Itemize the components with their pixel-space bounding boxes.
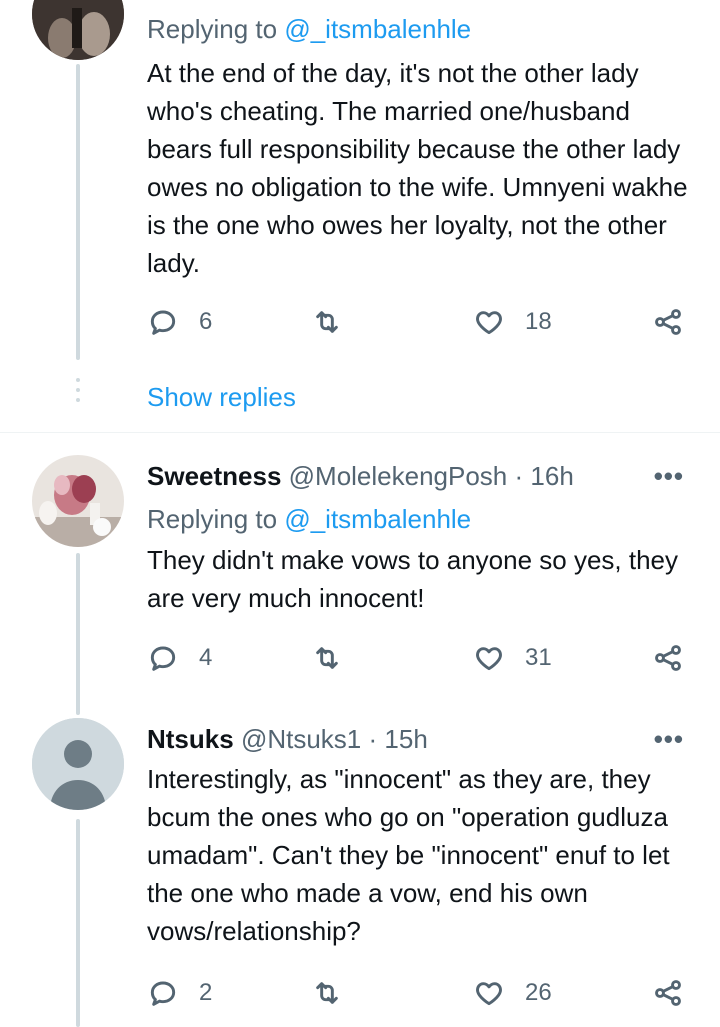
avatar[interactable] bbox=[32, 0, 124, 60]
reply-button[interactable]: 2 bbox=[147, 973, 212, 1013]
tweet-header: Sweetness @MolelekengPosh · 16h bbox=[147, 461, 574, 492]
separator-dot: · bbox=[514, 461, 524, 491]
thread-line bbox=[76, 819, 80, 1027]
reply-icon bbox=[150, 310, 176, 335]
heart-icon bbox=[476, 311, 502, 335]
timestamp[interactable]: 16h bbox=[530, 461, 573, 491]
replying-to: Replying to @_itsmbalenhle bbox=[147, 14, 472, 44]
user-handle[interactable]: @Ntsuks1 bbox=[241, 724, 361, 754]
share-button[interactable] bbox=[652, 302, 684, 342]
avatar-photo bbox=[32, 0, 124, 60]
share-icon bbox=[655, 309, 681, 335]
separator-dot: · bbox=[368, 724, 378, 754]
like-count: 18 bbox=[525, 308, 552, 335]
timestamp[interactable]: 15h bbox=[384, 724, 427, 754]
reply-icon bbox=[150, 981, 176, 1006]
more-options-icon[interactable]: ••• bbox=[654, 461, 684, 492]
avatar-photo bbox=[32, 455, 124, 547]
tweet-header: Ntsuks @Ntsuks1 · 15h bbox=[147, 724, 428, 755]
show-replies-link[interactable]: Show replies bbox=[147, 382, 296, 413]
retweet-icon bbox=[316, 647, 338, 669]
more-options-icon[interactable]: ••• bbox=[654, 724, 684, 755]
retweet-button[interactable] bbox=[311, 973, 343, 1013]
thread-line bbox=[76, 64, 80, 360]
heart-icon bbox=[476, 647, 502, 671]
share-button[interactable] bbox=[652, 973, 684, 1013]
share-icon bbox=[655, 980, 681, 1006]
like-count: 26 bbox=[525, 979, 552, 1006]
heart-icon bbox=[476, 982, 502, 1006]
avatar[interactable] bbox=[32, 455, 124, 547]
tweet-text: They didn't make vows to anyone so yes, … bbox=[147, 545, 679, 613]
thread-line bbox=[76, 553, 80, 715]
display-name[interactable]: Sweetness bbox=[147, 461, 281, 491]
tweet-actions: 4 31 bbox=[147, 638, 692, 678]
mention-link[interactable]: @_itsmbalenhle bbox=[284, 14, 471, 44]
reply-button[interactable]: 6 bbox=[147, 302, 212, 342]
retweet-button[interactable] bbox=[311, 638, 343, 678]
tweet-text: Interestingly, as "innocent" as they are… bbox=[147, 764, 670, 946]
share-button[interactable] bbox=[652, 638, 684, 678]
like-count: 31 bbox=[525, 644, 552, 671]
reply-button[interactable]: 4 bbox=[147, 638, 212, 678]
tweet-actions: 2 26 bbox=[147, 973, 692, 1013]
tweet-3[interactable]: Ntsuks @Ntsuks1 · 15h ••• Interestingly,… bbox=[0, 715, 720, 1027]
thread-dots bbox=[76, 378, 80, 408]
tweet-2[interactable]: Sweetness @MolelekengPosh · 16h ••• Repl… bbox=[0, 433, 720, 715]
display-name[interactable]: Ntsuks bbox=[147, 724, 234, 754]
replying-to: Replying to @_itsmbalenhle bbox=[147, 504, 472, 534]
retweet-icon bbox=[316, 982, 338, 1004]
share-icon bbox=[655, 645, 681, 671]
retweet-icon bbox=[316, 311, 338, 333]
avatar[interactable] bbox=[32, 718, 124, 810]
like-button[interactable]: 31 bbox=[473, 638, 552, 678]
retweet-button[interactable] bbox=[311, 302, 343, 342]
reply-count: 2 bbox=[199, 979, 213, 1006]
like-button[interactable]: 18 bbox=[473, 302, 552, 342]
reply-count: 4 bbox=[199, 644, 213, 671]
reply-count: 6 bbox=[199, 308, 213, 335]
like-button[interactable]: 26 bbox=[473, 973, 552, 1013]
mention-link[interactable]: @_itsmbalenhle bbox=[284, 504, 471, 534]
tweet-text: At the end of the day, it's not the othe… bbox=[147, 58, 688, 278]
reply-icon bbox=[150, 646, 176, 671]
user-handle[interactable]: @MolelekengPosh bbox=[289, 461, 508, 491]
tweet-actions: 6 18 bbox=[147, 302, 692, 342]
tweet-1[interactable]: Replying to @_itsmbalenhle At the end of… bbox=[0, 0, 720, 432]
default-avatar-icon bbox=[32, 718, 124, 810]
